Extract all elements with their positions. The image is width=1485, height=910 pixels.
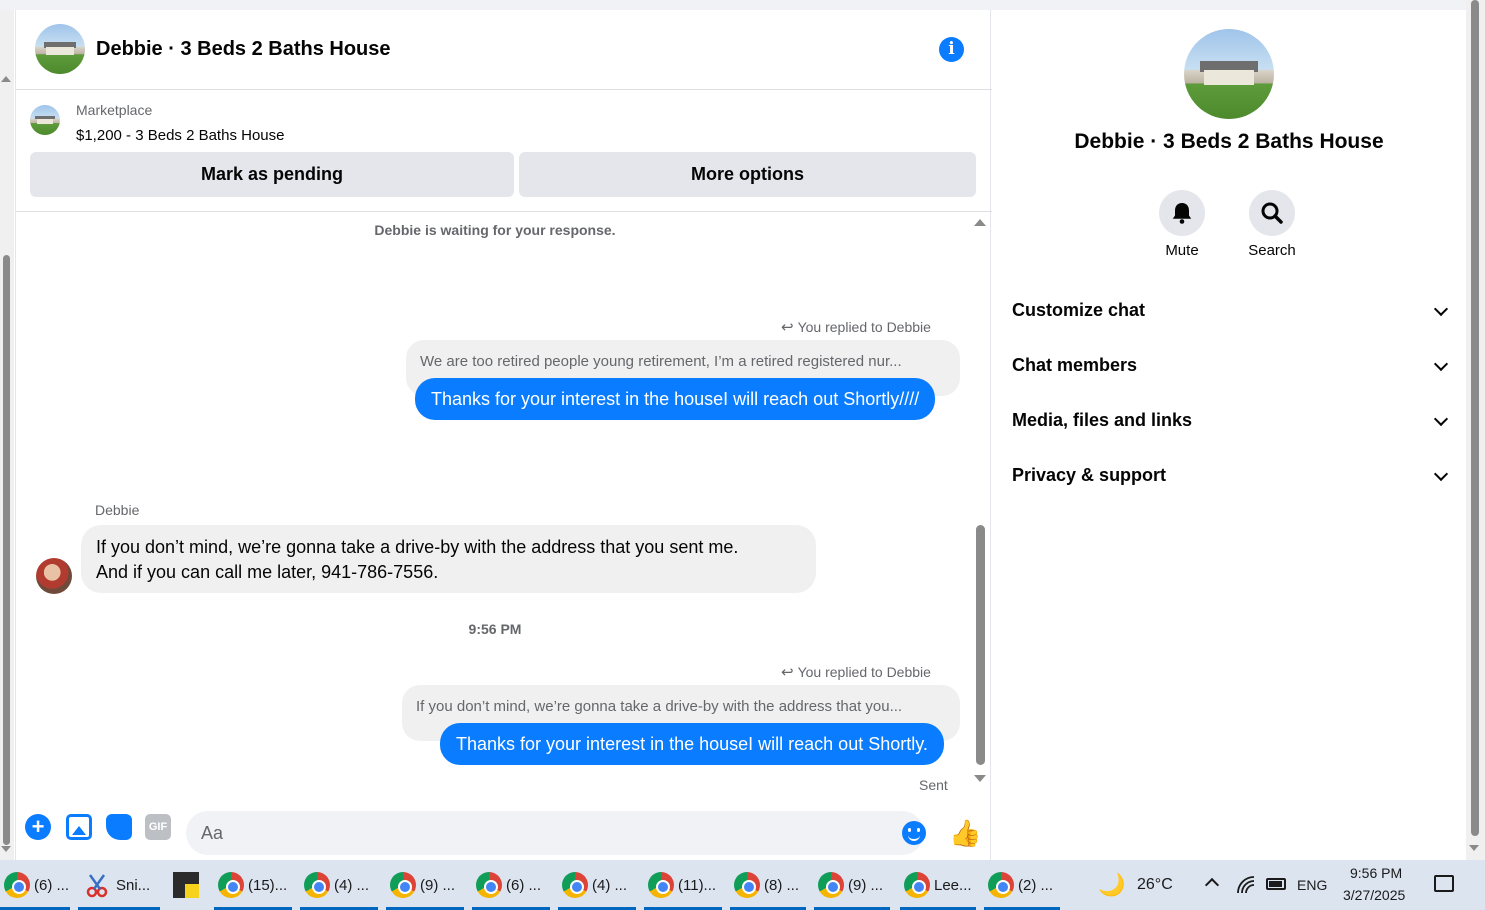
- scissors-icon: [84, 872, 110, 898]
- incoming-message-line: If you don’t mind, we’re gonna take a dr…: [96, 537, 739, 557]
- reply-indicator: ↩ You replied to Debbie: [781, 319, 931, 336]
- language-indicator[interactable]: ENG: [1297, 877, 1327, 893]
- photo-icon[interactable]: [66, 814, 92, 840]
- chrome-icon: [648, 872, 674, 898]
- taskbar-item-chrome[interactable]: (6) ...: [0, 860, 70, 910]
- notification-icon[interactable]: [1434, 875, 1454, 892]
- profile-title: Debbie · 3 Beds 2 Baths House: [1074, 130, 1384, 153]
- search-button[interactable]: [1249, 190, 1295, 236]
- taskbar-item-chrome[interactable]: (9) ...: [814, 860, 890, 910]
- taskbar-item-chrome[interactable]: (9) ...: [386, 860, 464, 910]
- section-privacy-support[interactable]: Privacy & support: [1012, 465, 1452, 495]
- scroll-down-arrow[interactable]: [974, 775, 986, 782]
- clock-date[interactable]: 3/27/2025: [1343, 887, 1405, 903]
- info-icon[interactable]: i: [939, 37, 964, 62]
- sender-name: Debbie: [95, 502, 140, 518]
- left-scrollbar[interactable]: [0, 10, 14, 860]
- more-options-button[interactable]: More options: [519, 152, 976, 197]
- chevron-down-icon: [1433, 301, 1449, 317]
- scroll-up-arrow[interactable]: [1, 76, 11, 82]
- sender-avatar[interactable]: [36, 558, 72, 594]
- section-chat-members[interactable]: Chat members: [1012, 355, 1452, 385]
- section-media-files-links[interactable]: Media, files and links: [1012, 410, 1452, 440]
- chrome-icon: [4, 872, 30, 898]
- taskbar-item-sticky-notes[interactable]: [166, 860, 206, 910]
- sent-status: Sent: [919, 777, 948, 793]
- chevron-down-icon: [1433, 411, 1449, 427]
- taskbar-item-chrome[interactable]: (15)...: [214, 860, 292, 910]
- chat-header: Debbie · 3 Beds 2 Baths House i: [16, 10, 992, 90]
- scroll-down-arrow[interactable]: [1469, 845, 1479, 851]
- chrome-icon: [562, 872, 588, 898]
- reply-icon: ↩: [781, 664, 794, 681]
- mute-button[interactable]: [1159, 190, 1205, 236]
- emoji-icon[interactable]: [902, 821, 926, 845]
- chrome-icon: [390, 872, 416, 898]
- section-customize-chat[interactable]: Customize chat: [1012, 300, 1452, 330]
- outgoing-message[interactable]: Thanks for your interest in the houseI w…: [415, 378, 936, 420]
- taskbar-item-snipping-tool[interactable]: Sni...: [78, 860, 160, 910]
- taskbar-item-chrome[interactable]: (8) ...: [730, 860, 806, 910]
- search-label[interactable]: Search: [1232, 242, 1312, 259]
- reply-icon: ↩: [781, 319, 794, 336]
- chevron-up-icon[interactable]: [1204, 877, 1220, 893]
- scrollbar-thumb[interactable]: [976, 525, 985, 765]
- outgoing-message[interactable]: Thanks for your interest in the houseI w…: [440, 723, 944, 765]
- taskbar-item-chrome[interactable]: (11)...: [644, 860, 722, 910]
- right-scrollbar[interactable]: [1466, 0, 1485, 860]
- taskbar-item-chrome[interactable]: (4) ...: [558, 860, 636, 910]
- bell-icon: [1172, 203, 1192, 224]
- taskbar-item-chrome[interactable]: (6) ...: [472, 860, 550, 910]
- scroll-up-arrow[interactable]: [974, 219, 986, 226]
- chrome-icon: [818, 872, 844, 898]
- message-input[interactable]: Aa: [186, 811, 924, 855]
- chrome-icon: [218, 872, 244, 898]
- taskbar-item-chrome[interactable]: (4) ...: [300, 860, 378, 910]
- wifi-icon[interactable]: [1236, 875, 1256, 895]
- chevron-down-icon: [1433, 466, 1449, 482]
- chrome-icon: [304, 872, 330, 898]
- marketplace-label: Marketplace: [76, 102, 153, 118]
- search-icon: [1261, 202, 1283, 224]
- message-scrollbar[interactable]: [973, 215, 987, 785]
- page-top-strip: [0, 0, 1485, 10]
- profile-avatar[interactable]: [1184, 29, 1274, 119]
- chat-panel: Debbie · 3 Beds 2 Baths House i Marketpl…: [15, 10, 992, 860]
- thumbs-up-icon[interactable]: 👍: [949, 819, 981, 847]
- battery-icon[interactable]: [1266, 878, 1286, 890]
- chrome-icon: [988, 872, 1014, 898]
- scrollbar-thumb[interactable]: [3, 255, 10, 845]
- mute-label[interactable]: Mute: [1142, 242, 1222, 259]
- listing-title[interactable]: $1,200 - 3 Beds 2 Baths House: [76, 127, 284, 144]
- waiting-notice: Debbie is waiting for your response.: [374, 222, 616, 238]
- plus-icon[interactable]: +: [25, 814, 51, 840]
- reply-indicator: ↩ You replied to Debbie: [781, 664, 931, 681]
- sticky-notes-icon: [173, 872, 199, 898]
- mark-as-pending-button[interactable]: Mark as pending: [30, 152, 514, 197]
- taskbar: (6) ... Sni... (15)... (4) ... (9) ... (…: [0, 860, 1485, 910]
- time-separator: 9:56 PM: [468, 621, 522, 637]
- chat-avatar[interactable]: [35, 24, 85, 74]
- listing-thumbnail[interactable]: [30, 105, 60, 135]
- chrome-icon: [904, 872, 930, 898]
- chat-title[interactable]: Debbie · 3 Beds 2 Baths House: [96, 38, 391, 61]
- chrome-icon: [734, 872, 760, 898]
- composer: + GIF Aa 👍: [16, 792, 992, 860]
- moon-weather-icon[interactable]: 🌙: [1098, 872, 1125, 898]
- chevron-down-icon: [1433, 356, 1449, 372]
- clock-time[interactable]: 9:56 PM: [1350, 865, 1402, 881]
- scrollbar-thumb[interactable]: [1471, 0, 1479, 836]
- scroll-down-arrow[interactable]: [1, 846, 11, 852]
- sticker-icon[interactable]: [106, 814, 132, 840]
- chrome-icon: [476, 872, 502, 898]
- taskbar-item-chrome[interactable]: (2) ...: [984, 860, 1060, 910]
- incoming-message-line: And if you can call me later, 941-786-75…: [96, 562, 439, 582]
- weather-temperature[interactable]: 26°C: [1137, 876, 1173, 894]
- taskbar-item-chrome[interactable]: Lee...: [900, 860, 976, 910]
- gif-icon[interactable]: GIF: [145, 814, 171, 840]
- message-list: Debbie is waiting for your response. ↩ Yo…: [16, 212, 974, 793]
- incoming-message[interactable]: If you don’t mind, we’re gonna take a dr…: [81, 525, 816, 593]
- marketplace-banner: Marketplace $1,200 - 3 Beds 2 Baths Hous…: [16, 90, 992, 212]
- chat-info-panel: Debbie · 3 Beds 2 Baths House Mute Searc…: [992, 10, 1466, 860]
